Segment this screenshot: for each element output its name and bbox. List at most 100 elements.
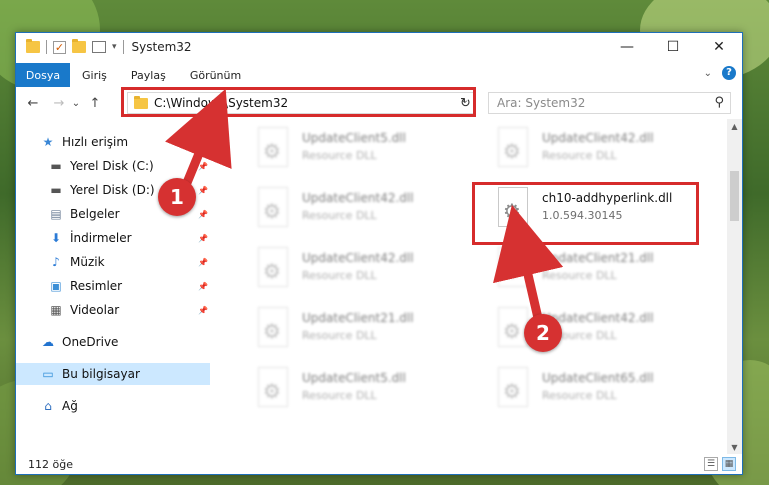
folder-icon	[26, 39, 40, 53]
view-switcher: ☰ ▦	[704, 457, 736, 471]
file-name: UpdateClient5.dll	[302, 131, 406, 145]
sidebar-item[interactable]: ⬇ İndirmeler 📌	[16, 227, 210, 249]
search-placeholder: Ara: System32	[497, 96, 586, 110]
file-text: UpdateClient65.dll Resource DLL	[542, 367, 654, 402]
file-item[interactable]: ⚙ UpdateClient21.dll Resource DLL	[254, 307, 484, 361]
dll-file-icon: ⚙	[254, 247, 292, 291]
vertical-scrollbar[interactable]: ▲ ▼	[727, 119, 742, 454]
sidebar-item[interactable]: ☁ OneDrive	[16, 331, 210, 353]
file-description: Resource DLL	[302, 209, 377, 222]
drive-icon: ▬	[50, 183, 62, 197]
tab-share[interactable]: Paylaş	[119, 69, 178, 82]
pin-icon[interactable]: 📌	[198, 162, 208, 171]
file-item[interactable]: ⚙ UpdateClient65.dll Resource DLL	[494, 367, 724, 421]
scroll-up-arrow[interactable]: ▲	[727, 119, 742, 133]
pin-icon[interactable]: 📌	[198, 282, 208, 291]
sidebar-item[interactable]: ★ Hızlı erişim	[16, 131, 210, 153]
file-text: UpdateClient42.dll Resource DLL	[302, 187, 414, 222]
file-item[interactable]: ⚙ UpdateClient21.dll Resource DLL	[494, 247, 724, 301]
gear-icon: ⚙	[263, 139, 281, 163]
properties-icon[interactable]: ✓	[53, 40, 66, 54]
documents-icon: ▤	[50, 207, 62, 221]
drive-icon: ▬	[50, 159, 62, 173]
toolbar-dropdown-icon[interactable]: ▾	[112, 42, 117, 52]
dll-file-icon: ⚙	[254, 127, 292, 171]
dll-file-icon: ⚙	[254, 367, 292, 411]
scroll-down-arrow[interactable]: ▼	[727, 440, 742, 454]
scroll-thumb[interactable]	[730, 171, 739, 221]
dll-file-icon: ⚙	[254, 187, 292, 231]
minimize-button[interactable]: —	[604, 33, 650, 61]
expand-ribbon-icon[interactable]: ⌄	[704, 68, 712, 79]
file-text: UpdateClient42.dll Resource DLL	[542, 127, 654, 162]
file-name: UpdateClient42.dll	[302, 251, 414, 265]
file-description: Resource DLL	[542, 149, 617, 162]
file-description: Resource DLL	[302, 269, 377, 282]
file-name: UpdateClient42.dll	[542, 131, 654, 145]
pin-icon[interactable]: 📌	[198, 306, 208, 315]
quick-access-toolbar: ✓ ▾	[16, 39, 124, 54]
pictures-icon: ▣	[50, 279, 62, 293]
network-icon: ⌂	[44, 399, 52, 413]
ribbon-tabs: Dosya Giriş Paylaş Görünüm ⌄ ?	[16, 62, 742, 88]
search-icon[interactable]: ⚲	[714, 95, 724, 110]
gear-icon: ⚙	[503, 139, 521, 163]
customize-toolbar-icon[interactable]	[92, 41, 106, 53]
help-icon[interactable]: ?	[722, 66, 736, 80]
pin-icon[interactable]: 📌	[198, 186, 208, 195]
dll-file-icon: ⚙	[254, 307, 292, 351]
navigation-pane: ★ Hızlı erişim ▬ Yerel Disk (C:) 📌 ▬ Yerel Dis…	[16, 119, 212, 454]
back-button[interactable]: ←	[22, 92, 44, 114]
sidebar-item-label: Müzik	[70, 255, 105, 269]
gear-icon: ⚙	[263, 379, 281, 403]
sidebar-item[interactable]: ♪ Müzik 📌	[16, 251, 210, 273]
file-item[interactable]: ⚙ UpdateClient42.dll Resource DLL	[254, 247, 484, 301]
music-icon: ♪	[52, 255, 60, 269]
window-controls: — ☐ ✕	[604, 33, 742, 61]
download-icon: ⬇	[50, 231, 62, 245]
recent-locations-button[interactable]: ⌄	[70, 92, 82, 114]
up-button[interactable]: ↑	[84, 92, 106, 114]
file-item[interactable]: ⚙ UpdateClient5.dll Resource DLL	[254, 127, 484, 181]
tiles-view-icon[interactable]: ▦	[722, 457, 736, 471]
file-description: Resource DLL	[302, 149, 377, 162]
title-bar: ✓ ▾ System32 — ☐ ✕	[16, 33, 742, 61]
file-list: ⚙ UpdateClient5.dll Resource DLL ⚙ UpdateCli…	[216, 119, 726, 454]
gear-icon: ⚙	[503, 379, 521, 403]
file-item[interactable]: ⚙ UpdateClient42.dll Resource DLL	[254, 187, 484, 241]
maximize-button[interactable]: ☐	[650, 33, 696, 61]
details-view-icon[interactable]: ☰	[704, 457, 718, 471]
dll-file-icon: ⚙	[494, 127, 532, 171]
sidebar-item[interactable]: ⌂ Ağ	[16, 395, 210, 417]
pin-icon[interactable]: 📌	[198, 258, 208, 267]
tab-view[interactable]: Görünüm	[178, 69, 253, 82]
sidebar-item[interactable]: ▭ Bu bilgisayar	[16, 363, 210, 385]
sidebar-item[interactable]: ▬ Yerel Disk (C:) 📌	[16, 155, 210, 177]
videos-icon: ▦	[50, 303, 62, 317]
dll-file-icon: ⚙	[494, 367, 532, 411]
new-folder-icon[interactable]	[72, 39, 86, 53]
file-item[interactable]: ⚙ UpdateClient42.dll Resource DLL	[494, 127, 724, 181]
divider	[46, 40, 47, 54]
file-name: UpdateClient5.dll	[302, 371, 406, 385]
file-name: UpdateClient65.dll	[542, 371, 654, 385]
pin-icon[interactable]: 📌	[198, 210, 208, 219]
tab-home[interactable]: Giriş	[70, 69, 119, 82]
status-bar: 112 öğe ☰ ▦	[16, 454, 742, 475]
tab-file[interactable]: Dosya	[16, 63, 70, 87]
search-input[interactable]: Ara: System32 ⚲	[488, 92, 731, 114]
star-icon: ★	[42, 135, 54, 149]
step-2-badge: 2	[524, 314, 562, 352]
pin-icon[interactable]: 📌	[198, 234, 208, 243]
sidebar-item[interactable]: ▦ Videolar 📌	[16, 299, 210, 321]
gear-icon: ⚙	[263, 319, 281, 343]
close-button[interactable]: ✕	[696, 33, 742, 61]
dll-file-icon: ⚙	[494, 247, 532, 291]
sidebar-item-label: Videolar	[70, 303, 120, 317]
file-item[interactable]: ⚙ UpdateClient5.dll Resource DLL	[254, 367, 484, 421]
file-description: Resource DLL	[302, 389, 377, 402]
forward-button[interactable]: →	[48, 92, 70, 114]
sidebar-item[interactable]: ▣ Resimler 📌	[16, 275, 210, 297]
file-description: Resource DLL	[542, 389, 617, 402]
file-text: UpdateClient21.dll Resource DLL	[302, 307, 414, 342]
